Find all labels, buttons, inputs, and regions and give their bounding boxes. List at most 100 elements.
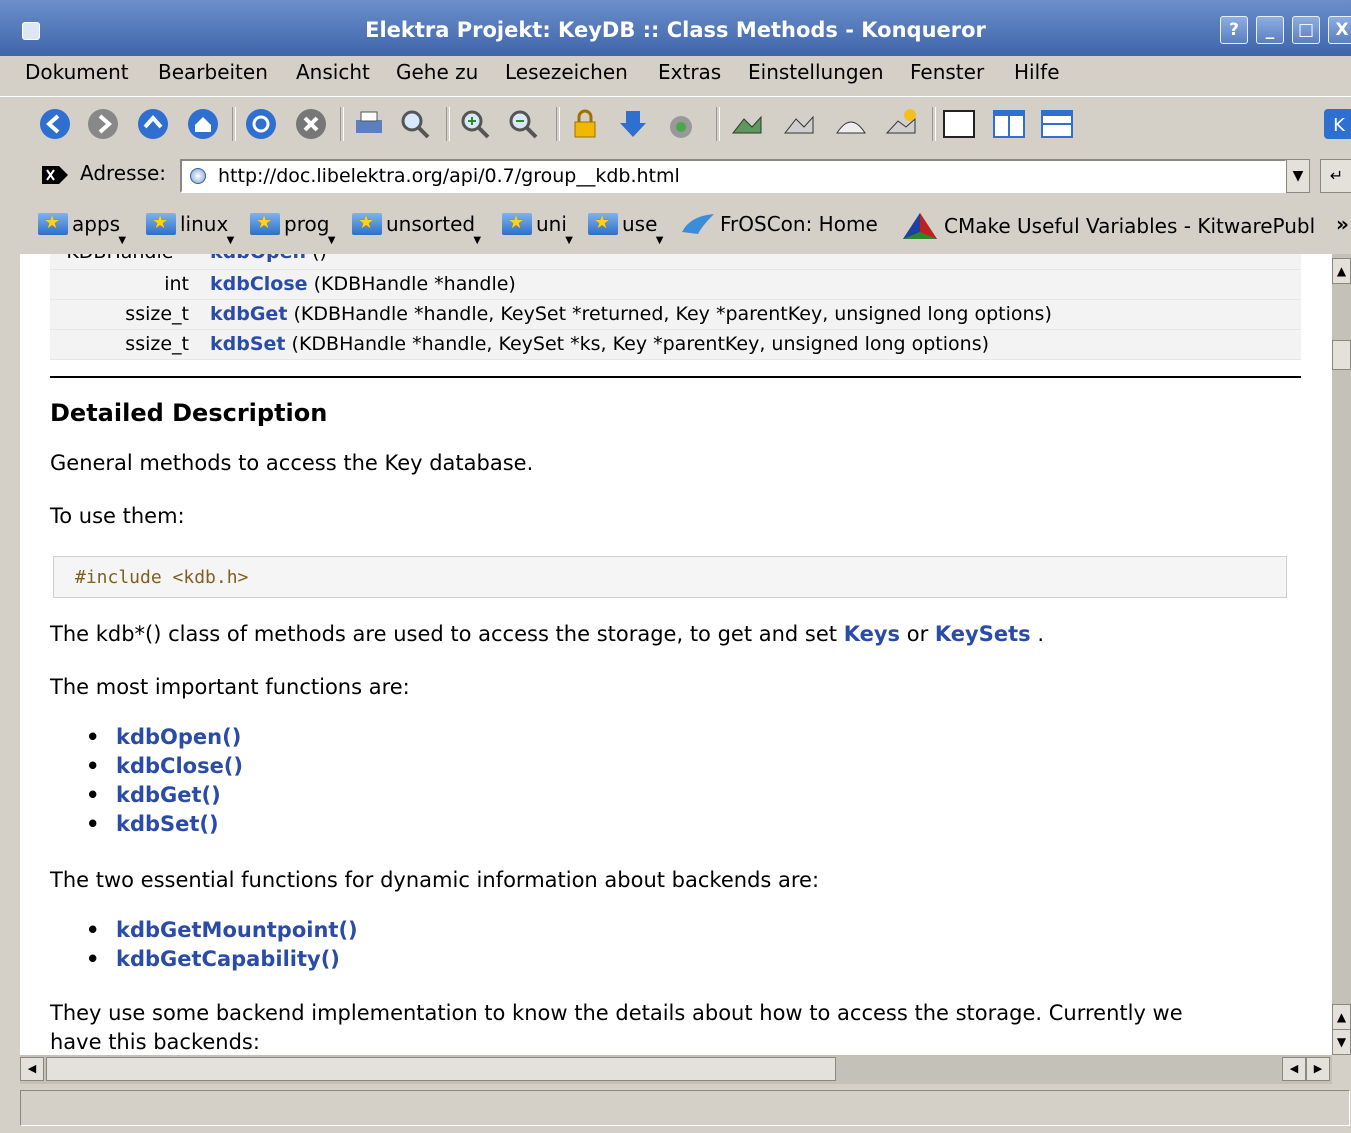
horizontal-scroll-thumb[interactable] xyxy=(46,1057,836,1081)
up-icon[interactable] xyxy=(136,107,170,141)
kdbget-link[interactable]: kdbGet() xyxy=(116,783,221,807)
keys-link[interactable]: Keys xyxy=(844,622,900,646)
vertical-scroll-thumb[interactable] xyxy=(1332,340,1351,370)
stop-icon[interactable] xyxy=(294,107,328,141)
paragraph: The most important functions are: xyxy=(50,675,410,699)
forward-icon[interactable] xyxy=(86,107,120,141)
table-row: int kdbClose (KDBHandle *handle) xyxy=(50,270,1301,300)
address-url[interactable]: http://doc.libelektra.org/api/0.7/group_… xyxy=(218,165,680,187)
kdbgetcapability-link[interactable]: kdbGetCapability() xyxy=(116,947,340,971)
bookmark-cmake[interactable]: CMake Useful Variables - KitwarePubl xyxy=(902,212,1315,240)
address-input[interactable]: http://doc.libelektra.org/api/0.7/group_… xyxy=(180,159,1287,193)
horizontal-scrollbar[interactable]: ◀ ◀ ▶ xyxy=(20,1055,1332,1084)
bookmark-folder-linux[interactable]: linux▼ xyxy=(146,212,234,246)
bookmark-froscon[interactable]: FrOSCon: Home xyxy=(680,212,878,236)
download-icon[interactable] xyxy=(616,107,650,141)
security-icon[interactable] xyxy=(568,107,602,141)
menu-gehe-zu[interactable]: Gehe zu xyxy=(396,60,478,84)
froscon-icon xyxy=(682,214,714,234)
menu-extras[interactable]: Extras xyxy=(658,60,721,84)
view-single-icon[interactable] xyxy=(942,107,976,141)
kdbset-link[interactable]: kdbSet() xyxy=(116,812,219,836)
member-function-table: KDBHandle * kdbOpen () int kdbClose (KDB… xyxy=(50,254,1301,360)
kde-icon[interactable]: K xyxy=(1322,107,1351,141)
function-args: (KDBHandle *handle, KeySet *ks, Key *par… xyxy=(291,333,990,355)
home-icon[interactable] xyxy=(186,107,220,141)
bookmark-overflow-chevron[interactable]: » xyxy=(1336,212,1349,236)
list-item: kdbGetMountpoint() xyxy=(86,918,358,947)
menu-fenster[interactable]: Fenster xyxy=(910,60,984,84)
table-row: ssize_t kdbGet (KDBHandle *handle, KeySe… xyxy=(50,300,1301,330)
function-link[interactable]: kdbClose xyxy=(210,273,308,295)
paragraph: The two essential functions for dynamic … xyxy=(50,868,820,892)
bookmark-folder-prog[interactable]: prog▼ xyxy=(250,212,335,246)
function-list: kdbOpen() kdbClose() kdbGet() kdbSet() xyxy=(86,725,243,841)
find-icon[interactable] xyxy=(398,107,432,141)
list-item: kdbSet() xyxy=(86,812,243,841)
list-item: kdbGet() xyxy=(86,783,243,812)
main-toolbar: K xyxy=(0,96,1351,153)
bookmark-folder-icon xyxy=(146,212,176,235)
address-history-dropdown[interactable]: ▼ xyxy=(1286,159,1310,193)
scroll-up-button[interactable]: ▲ xyxy=(1332,258,1351,284)
scroll-down-button[interactable]: ▼ xyxy=(1332,1029,1351,1055)
scroll-left-button[interactable]: ◀ xyxy=(20,1057,44,1081)
menu-lesezeichen[interactable]: Lesezeichen xyxy=(505,60,628,84)
print-icon[interactable] xyxy=(352,107,386,141)
menu-dokument[interactable]: Dokument xyxy=(25,60,129,84)
maximize-button[interactable]: □ xyxy=(1292,16,1320,44)
keysets-link[interactable]: KeySets xyxy=(935,622,1031,646)
function-link[interactable]: kdbSet xyxy=(210,333,286,355)
window-title: Elektra Projekt: KeyDB :: Class Methods … xyxy=(365,18,986,42)
scroll-up-button-lower[interactable]: ▲ xyxy=(1332,1004,1351,1030)
table-row: ssize_t kdbSet (KDBHandle *handle, KeySe… xyxy=(50,330,1301,360)
toolbar-separator xyxy=(446,107,450,141)
bookmark-folder-uni[interactable]: uni▼ xyxy=(502,212,573,246)
scroll-left-button-right[interactable]: ◀ xyxy=(1282,1057,1306,1081)
menu-einstellungen[interactable]: Einstellungen xyxy=(748,60,884,84)
code-block: #include <kdb.h> xyxy=(53,556,1287,598)
bookmark-folder-unsorted[interactable]: unsorted▼ xyxy=(352,212,481,246)
status-bar xyxy=(20,1090,1350,1126)
kdbclose-link[interactable]: kdbClose() xyxy=(116,754,243,778)
bookmark-folder-use[interactable]: use▼ xyxy=(588,212,663,246)
bookmark-toolbar-icon[interactable] xyxy=(730,107,764,141)
minimize-button[interactable]: _ xyxy=(1256,16,1284,44)
reload-icon[interactable] xyxy=(244,107,278,141)
bookmark-folder-apps[interactable]: apps▼ xyxy=(38,212,126,246)
title-bar: Elektra Projekt: KeyDB :: Class Methods … xyxy=(0,0,1351,60)
split-horizontal-icon[interactable] xyxy=(1040,107,1074,141)
scroll-right-button[interactable]: ▶ xyxy=(1306,1057,1330,1081)
paragraph: General methods to access the Key databa… xyxy=(50,451,534,475)
cmake-icon xyxy=(903,213,937,239)
split-vertical-icon[interactable] xyxy=(992,107,1026,141)
vertical-scrollbar[interactable]: ▲ ▲ ▼ xyxy=(1332,254,1351,1055)
close-button[interactable]: X xyxy=(1328,16,1351,44)
bookmark-folder-icon xyxy=(588,212,618,235)
zoom-out-icon[interactable] xyxy=(506,107,540,141)
toolbar-separator xyxy=(932,107,936,141)
zoom-in-icon[interactable] xyxy=(458,107,492,141)
back-icon[interactable] xyxy=(38,107,72,141)
function-args: () xyxy=(312,254,327,263)
clear-location-icon[interactable] xyxy=(42,166,68,184)
list-item: kdbGetCapability() xyxy=(86,947,358,976)
bookmark-toolbar-icon[interactable] xyxy=(782,107,816,141)
svg-text:K: K xyxy=(1333,115,1346,136)
plugin-icon[interactable] xyxy=(664,107,698,141)
help-button[interactable]: ? xyxy=(1220,16,1248,44)
toolbar-separator xyxy=(232,107,236,141)
menu-bearbeiten[interactable]: Bearbeiten xyxy=(158,60,268,84)
go-button[interactable]: ↵ xyxy=(1320,159,1351,193)
menu-ansicht[interactable]: Ansicht xyxy=(296,60,370,84)
menu-hilfe[interactable]: Hilfe xyxy=(1014,60,1060,84)
paragraph: To use them: xyxy=(50,504,185,528)
kdbgetmountpoint-link[interactable]: kdbGetMountpoint() xyxy=(116,918,358,942)
bookmark-toolbar-icon[interactable] xyxy=(884,107,918,141)
address-label: Adresse: xyxy=(80,161,166,185)
toolbar-separator xyxy=(556,107,560,141)
bookmark-toolbar-icon[interactable] xyxy=(834,107,868,141)
function-link[interactable]: kdbOpen xyxy=(210,254,306,263)
kdbopen-link[interactable]: kdbOpen() xyxy=(116,725,241,749)
function-link[interactable]: kdbGet xyxy=(210,303,287,325)
